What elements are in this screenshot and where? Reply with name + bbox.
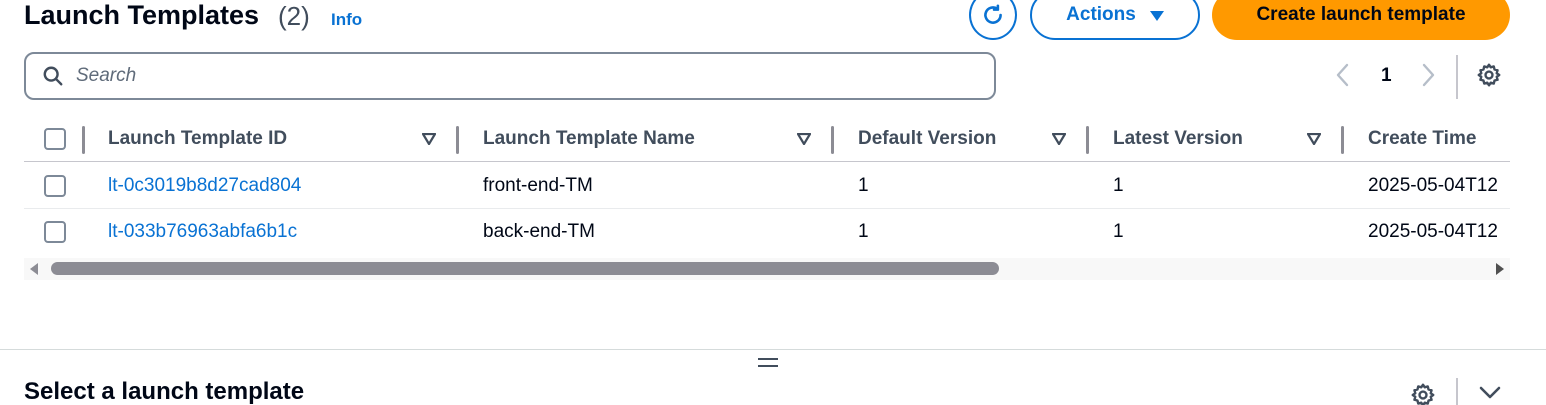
page-title: Launch Templates bbox=[24, 0, 260, 30]
previous-page-button[interactable] bbox=[1333, 62, 1353, 93]
handle-line bbox=[758, 358, 778, 360]
actions-dropdown-button[interactable]: Actions bbox=[1030, 0, 1200, 40]
gear-icon bbox=[1411, 383, 1435, 405]
refresh-icon bbox=[984, 4, 1002, 24]
split-panel-preferences-button[interactable] bbox=[1410, 382, 1436, 405]
column-separator[interactable] bbox=[456, 126, 459, 154]
sort-icon[interactable] bbox=[1052, 133, 1066, 145]
column-separator[interactable] bbox=[1341, 126, 1344, 154]
scrollbar-thumb[interactable] bbox=[51, 262, 999, 275]
column-header-launch-template-id[interactable]: Launch Template ID bbox=[108, 128, 287, 150]
search-input[interactable] bbox=[76, 65, 936, 87]
launch-template-name: front-end-TM bbox=[483, 175, 593, 196]
sort-icon[interactable] bbox=[1307, 133, 1321, 145]
column-header-latest-version[interactable]: Latest Version bbox=[1113, 128, 1243, 150]
sort-icon[interactable] bbox=[797, 133, 811, 145]
split-panel-resize-handle[interactable] bbox=[758, 358, 778, 370]
chevron-right-icon bbox=[1422, 63, 1435, 87]
refresh-button[interactable] bbox=[969, 0, 1017, 40]
latest-version: 1 bbox=[1113, 221, 1124, 242]
gear-icon bbox=[1477, 63, 1501, 87]
horizontal-scrollbar[interactable] bbox=[24, 258, 1510, 280]
table-header: Launch Template ID Launch Template Name … bbox=[24, 116, 1510, 162]
launch-template-name: back-end-TM bbox=[483, 221, 595, 242]
launch-template-id-link[interactable]: lt-033b76963abfa6b1c bbox=[108, 221, 297, 243]
caret-down-icon bbox=[1149, 11, 1164, 21]
info-link[interactable]: Info bbox=[331, 10, 362, 30]
next-page-button[interactable] bbox=[1418, 62, 1438, 93]
scroll-right-arrow-icon[interactable] bbox=[1496, 263, 1504, 275]
page-header: Launch Templates (2) Info Actions Create… bbox=[24, 0, 1524, 40]
column-separator[interactable] bbox=[1086, 126, 1089, 154]
create-time: 2025-05-04T12 bbox=[1368, 175, 1498, 196]
split-panel-divider bbox=[0, 349, 1546, 350]
row-checkbox[interactable] bbox=[44, 221, 66, 243]
current-page-number[interactable]: 1 bbox=[1381, 65, 1392, 87]
latest-version: 1 bbox=[1113, 175, 1124, 196]
launch-template-id-link[interactable]: lt-0c3019b8d27cad804 bbox=[108, 175, 301, 197]
template-count: (2) bbox=[278, 1, 310, 31]
search-icon bbox=[43, 66, 63, 86]
column-header-create-time[interactable]: Create Time bbox=[1368, 128, 1476, 150]
column-separator[interactable] bbox=[82, 126, 85, 154]
collapse-panel-button[interactable] bbox=[1478, 384, 1502, 405]
table-row[interactable]: lt-033b76963abfa6b1c back-end-TM 1 1 202… bbox=[24, 209, 1510, 255]
divider bbox=[1456, 55, 1458, 99]
create-time: 2025-05-04T12 bbox=[1368, 221, 1498, 242]
default-version: 1 bbox=[858, 175, 869, 196]
column-header-default-version[interactable]: Default Version bbox=[858, 128, 996, 150]
table-preferences-button[interactable] bbox=[1476, 62, 1502, 93]
select-all-checkbox[interactable] bbox=[44, 128, 66, 150]
divider bbox=[1456, 378, 1458, 405]
split-panel-title: Select a launch template bbox=[24, 378, 305, 405]
chevron-left-icon bbox=[1336, 63, 1349, 87]
chevron-down-icon bbox=[1479, 386, 1501, 399]
column-header-launch-template-name[interactable]: Launch Template Name bbox=[483, 128, 695, 150]
sort-icon[interactable] bbox=[422, 133, 436, 145]
launch-templates-table: Launch Template ID Launch Template Name … bbox=[24, 116, 1510, 256]
actions-label: Actions bbox=[1066, 4, 1136, 25]
handle-line bbox=[758, 365, 778, 367]
table-row[interactable]: lt-0c3019b8d27cad804 front-end-TM 1 1 20… bbox=[24, 163, 1510, 209]
search-bar bbox=[24, 52, 996, 100]
column-separator[interactable] bbox=[831, 126, 834, 154]
row-checkbox[interactable] bbox=[44, 175, 66, 197]
default-version: 1 bbox=[858, 221, 869, 242]
scroll-left-arrow-icon[interactable] bbox=[30, 263, 38, 275]
create-launch-template-button[interactable]: Create launch template bbox=[1212, 0, 1510, 40]
